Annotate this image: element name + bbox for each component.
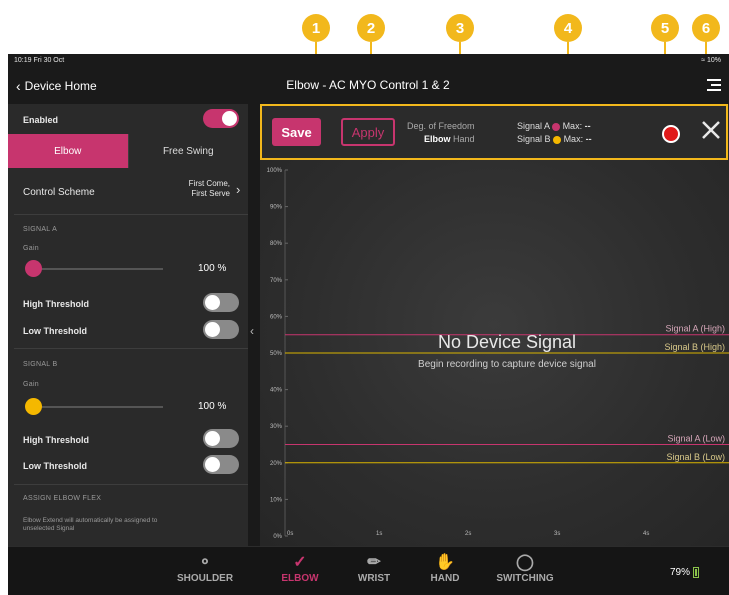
y-tick-label: 50% (270, 351, 283, 357)
callout-2: 2 (357, 14, 385, 42)
x-tick-label: 2s (465, 531, 471, 537)
y-tick-label: 60% (270, 314, 283, 320)
y-tick-label: 70% (270, 278, 283, 284)
close-icon[interactable] (700, 119, 722, 141)
tab-shoulder-label: SHOULDER (176, 573, 234, 584)
y-tick-label: 90% (270, 205, 283, 211)
elbow-icon: ✓ (293, 554, 307, 571)
y-tick-label: 20% (270, 461, 283, 467)
tab-switching-label: SWITCHING (496, 573, 554, 584)
dof-label: Deg. of Freedom (407, 121, 475, 131)
signal-b-max-label: Max: (563, 134, 584, 144)
signal-a-dot-icon (552, 122, 561, 131)
threshold-label: Signal A (Low) (667, 434, 725, 444)
x-tick-label: 0s (287, 531, 293, 537)
callout-6: 6 (692, 14, 720, 42)
callout-3: 3 (446, 14, 474, 42)
y-tick-label: 10% (270, 497, 283, 503)
signal-a-label: Signal A (517, 121, 550, 131)
threshold-label: Signal B (Low) (666, 452, 725, 462)
tab-wrist-label: WRIST (357, 573, 391, 584)
record-button[interactable] (662, 125, 680, 143)
y-tick-label: 80% (270, 241, 283, 247)
page: 1 2 3 4 5 6 10:19 Fri 30 Oct ≈ 10% ‹ Dev… (0, 0, 729, 595)
battery-icon (693, 567, 699, 578)
y-tick-label: 100% (267, 168, 283, 174)
toggle-switch-icon: ◯ (516, 554, 534, 571)
callout-1: 1 (302, 14, 330, 42)
shoulder-icon: ⚬ (198, 554, 212, 571)
signal-b-dot-icon (553, 135, 562, 144)
y-tick-label: 30% (270, 424, 283, 430)
dof-value: Elbow Hand (407, 133, 475, 146)
signal-b-readout: Signal B Max: -- (517, 133, 592, 146)
tab-wrist[interactable]: ✏ WRIST (339, 553, 409, 584)
tab-hand[interactable]: ✋ HAND (410, 553, 480, 584)
signal-b-label: Signal B (517, 134, 551, 144)
no-signal-subtitle: Begin recording to capture device signal (418, 359, 596, 370)
y-tick-label: 0% (273, 534, 282, 540)
tab-switching[interactable]: ◯ SWITCHING (490, 553, 560, 584)
wrist-icon: ✏ (367, 554, 381, 571)
tab-shoulder[interactable]: ⚬ SHOULDER (170, 553, 240, 584)
callout-4: 4 (554, 14, 582, 42)
x-tick-label: 4s (643, 531, 649, 537)
y-tick-label: 40% (270, 388, 283, 394)
signal-a-max-label: Max: (562, 121, 583, 131)
hand-icon: ✋ (435, 554, 455, 571)
signal-max-readout: Signal A Max: -- Signal B Max: -- (517, 120, 592, 146)
signal-a-readout: Signal A Max: -- (517, 120, 592, 133)
x-tick-label: 1s (376, 531, 382, 537)
tab-elbow[interactable]: ✓ ELBOW (265, 553, 335, 584)
tab-hand-label: HAND (430, 573, 460, 584)
tab-bar: ⚬ SHOULDER ✓ ELBOW ✏ WRIST ✋ HAND ◯ SWIT… (8, 546, 729, 595)
signal-a-max-value: -- (584, 121, 591, 131)
battery-percent: 79% (669, 567, 690, 579)
callout-5: 5 (651, 14, 679, 42)
signal-b-max-value: -- (585, 134, 592, 144)
battery-indicator: 79% (670, 567, 699, 578)
apply-button[interactable]: Apply (341, 118, 395, 146)
dof-value-bold: Elbow (424, 134, 451, 144)
tablet-screen: 10:19 Fri 30 Oct ≈ 10% ‹ Device Home Elb… (8, 54, 729, 595)
dof-value-other: Hand (453, 134, 475, 144)
chart-toolbar: Save Apply Deg. of Freedom Elbow Hand Si… (260, 104, 728, 160)
save-button[interactable]: Save (272, 118, 321, 146)
tab-elbow-label: ELBOW (281, 573, 319, 584)
no-signal-message: No Device Signal (437, 332, 577, 352)
x-tick-label: 3s (554, 531, 560, 537)
degree-of-freedom[interactable]: Deg. of Freedom Elbow Hand (407, 120, 475, 146)
